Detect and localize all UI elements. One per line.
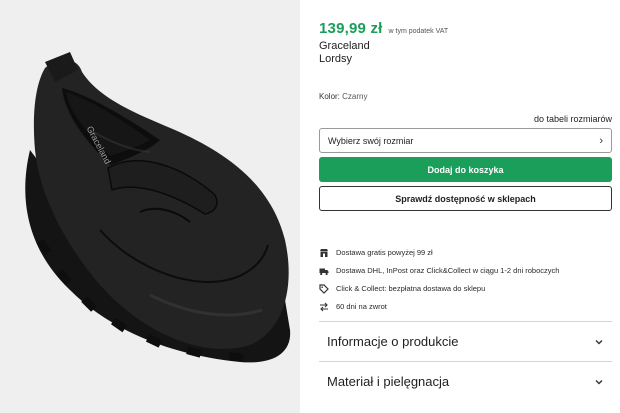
product-image[interactable]: Graceland: [0, 0, 300, 413]
feature-free-delivery: Dostawa gratis powyżej 99 zł: [319, 244, 612, 261]
feature-text: 60 dni na zwrot: [336, 302, 387, 311]
delivery-features-list: Dostawa gratis powyżej 99 zł Dostawa DHL…: [319, 244, 612, 316]
chevron-down-icon: [595, 379, 603, 384]
truck-icon: [319, 266, 329, 276]
feature-text: Click & Collect: bezpłatna dostawa do sk…: [336, 284, 486, 293]
loafer-shoe-illustration: [25, 52, 291, 363]
feature-shipping-carriers: Dostawa DHL, InPost oraz Click&Collect w…: [319, 262, 612, 279]
feature-returns: 60 dni na zwrot: [319, 298, 612, 315]
feature-text: Dostawa gratis powyżej 99 zł: [336, 248, 433, 257]
color-label: Kolor:: [319, 92, 340, 101]
size-chart-link[interactable]: do tabeli rozmiarów: [534, 114, 612, 124]
tag-icon: [319, 283, 329, 294]
store-icon: [319, 248, 329, 258]
feature-click-collect: Click & Collect: bezpłatna dostawa do sk…: [319, 280, 612, 297]
check-store-availability-button[interactable]: Sprawdź dostępność w sklepach: [319, 186, 612, 211]
model-name: Lordsy: [319, 53, 353, 65]
color-value: Czarny: [342, 92, 368, 101]
accordion-material-care[interactable]: Materiał i pielęgnacja: [319, 361, 612, 401]
size-select[interactable]: Wybierz swój rozmiar ›: [319, 128, 612, 153]
vat-note: w tym podatek VAT: [388, 28, 449, 35]
accordion-title: Materiał i pielęgnacja: [327, 374, 450, 389]
price: 139,99 zł: [319, 20, 383, 37]
color-info: Kolor: Czarny: [319, 92, 367, 101]
feature-text: Dostawa DHL, InPost oraz Click&Collect w…: [336, 266, 560, 275]
chevron-right-icon: ›: [599, 134, 603, 147]
accordion-product-info[interactable]: Informacje o produkcie: [319, 321, 612, 361]
product-details-panel: 139,99 zł w tym podatek VAT Graceland Lo…: [319, 0, 612, 413]
size-select-placeholder: Wybierz swój rozmiar: [328, 135, 414, 146]
add-to-cart-button[interactable]: Dodaj do koszyka: [319, 157, 612, 182]
return-arrows-icon: [319, 302, 329, 312]
brand-name[interactable]: Graceland: [319, 40, 370, 52]
price-row: 139,99 zł w tym podatek VAT: [319, 20, 448, 37]
accordion-title: Informacje o produkcie: [327, 334, 459, 349]
chevron-down-icon: [595, 339, 603, 344]
